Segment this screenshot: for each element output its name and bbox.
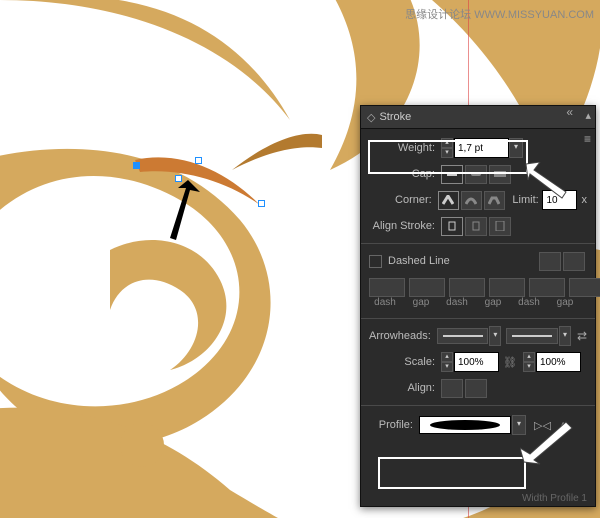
- align-stroke-label: Align Stroke:: [369, 220, 441, 232]
- dashed-checkbox[interactable]: [369, 255, 382, 268]
- arrow-align-row: Align:: [361, 375, 595, 401]
- scale-row: Scale: ▴▾ ⛓ ▴▾: [361, 349, 595, 375]
- anchor-point[interactable]: [195, 157, 202, 164]
- weight-row: Weight: ▴▾ ▾: [361, 135, 595, 161]
- dashed-row: Dashed Line: [361, 248, 595, 274]
- scale-end-input[interactable]: [536, 352, 581, 372]
- align-outside-button[interactable]: [489, 217, 511, 236]
- panel-header[interactable]: ◇ Stroke « ▴: [361, 106, 595, 129]
- diamond-icon: ◇: [367, 111, 375, 124]
- gap-input-2[interactable]: [489, 278, 525, 297]
- corner-label: Corner:: [369, 194, 438, 206]
- profile-name: Width Profile 1: [522, 493, 587, 504]
- annotation-arrow: [158, 180, 208, 250]
- collapse-icon[interactable]: «: [566, 105, 573, 119]
- corner-round-button[interactable]: [461, 191, 482, 210]
- dash-fields: [361, 274, 595, 297]
- profile-label: Profile:: [369, 419, 419, 431]
- corner-bevel-button[interactable]: [484, 191, 505, 210]
- weight-label: Weight:: [369, 142, 441, 154]
- weight-input[interactable]: [454, 138, 509, 158]
- swap-arrows-icon[interactable]: ⇄: [577, 329, 587, 343]
- arrow-end-dd[interactable]: ▾: [559, 326, 571, 346]
- weight-dropdown[interactable]: ▾: [509, 138, 523, 158]
- arrow-start-select[interactable]: [437, 328, 489, 344]
- dash-input-2[interactable]: [449, 278, 485, 297]
- gap-input-3[interactable]: [569, 278, 600, 297]
- arrowheads-label: Arrowheads:: [369, 330, 437, 342]
- scale-label: Scale:: [369, 356, 441, 368]
- cap-butt-button[interactable]: [441, 165, 463, 184]
- dash-input-3[interactable]: [529, 278, 565, 297]
- scale-start-input[interactable]: [454, 352, 499, 372]
- profile-select[interactable]: [419, 416, 511, 434]
- limit-unit: x: [581, 194, 587, 206]
- annotation-arrow-white-1: [524, 162, 574, 202]
- align-inside-button[interactable]: [465, 217, 487, 236]
- dash-labels: dash gap dash gap dash gap: [361, 297, 595, 314]
- scale-start-stepper[interactable]: ▴▾: [441, 352, 453, 372]
- align-stroke-row: Align Stroke:: [361, 213, 595, 239]
- scale-end-stepper[interactable]: ▴▾: [523, 352, 535, 372]
- arrow-align-extend-button[interactable]: [441, 379, 463, 398]
- dash-align-button[interactable]: [563, 252, 585, 271]
- anchor-point[interactable]: [258, 200, 265, 207]
- arrow-align-label: Align:: [369, 382, 441, 394]
- dash-input-1[interactable]: [369, 278, 405, 297]
- arrow-start-dd[interactable]: ▾: [489, 326, 501, 346]
- align-center-button[interactable]: [441, 217, 463, 236]
- dashed-label: Dashed Line: [388, 255, 450, 267]
- panel-title: Stroke: [379, 111, 411, 123]
- link-icon[interactable]: ⛓: [503, 356, 517, 369]
- arrow-end-select[interactable]: [506, 328, 558, 344]
- cap-projecting-button[interactable]: [489, 165, 511, 184]
- arrowheads-row: Arrowheads: ▾ ▾ ⇄: [361, 323, 595, 349]
- dash-preserve-button[interactable]: [539, 252, 561, 271]
- gap-input-1[interactable]: [409, 278, 445, 297]
- annotation-arrow-white-2: [520, 418, 576, 468]
- arrow-align-tip-button[interactable]: [465, 379, 487, 398]
- cap-round-button[interactable]: [465, 165, 487, 184]
- cap-label: Cap:: [369, 168, 441, 180]
- close-icon[interactable]: ▴: [585, 109, 591, 122]
- corner-miter-button[interactable]: [438, 191, 459, 210]
- watermark: 思缘设计论坛 WWW.MISSYUAN.COM: [405, 6, 594, 22]
- anchor-point[interactable]: [133, 162, 140, 169]
- weight-stepper[interactable]: ▴▾: [441, 138, 453, 158]
